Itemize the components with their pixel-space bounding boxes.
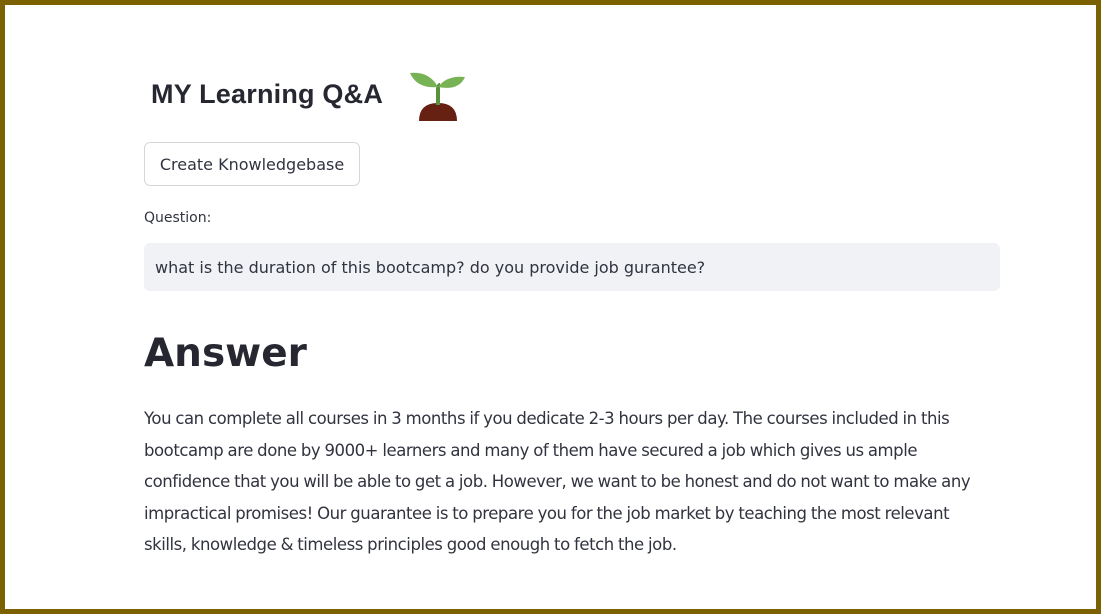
app-window: MY Learning Q&A Create Knowledgebase Que… <box>0 0 1101 614</box>
app-header: MY Learning Q&A <box>151 65 467 123</box>
seedling-icon <box>410 72 466 121</box>
answer-text: You can complete all courses in 3 months… <box>144 409 971 554</box>
question-input[interactable] <box>144 243 1000 291</box>
create-knowledgebase-label: Create Knowledgebase <box>159 154 345 174</box>
question-label: Question: <box>144 210 212 226</box>
create-knowledgebase-button[interactable]: Create Knowledgebase <box>144 142 360 186</box>
app-title: MY Learning Q&A <box>151 78 384 109</box>
answer-heading: Answer <box>144 331 307 376</box>
